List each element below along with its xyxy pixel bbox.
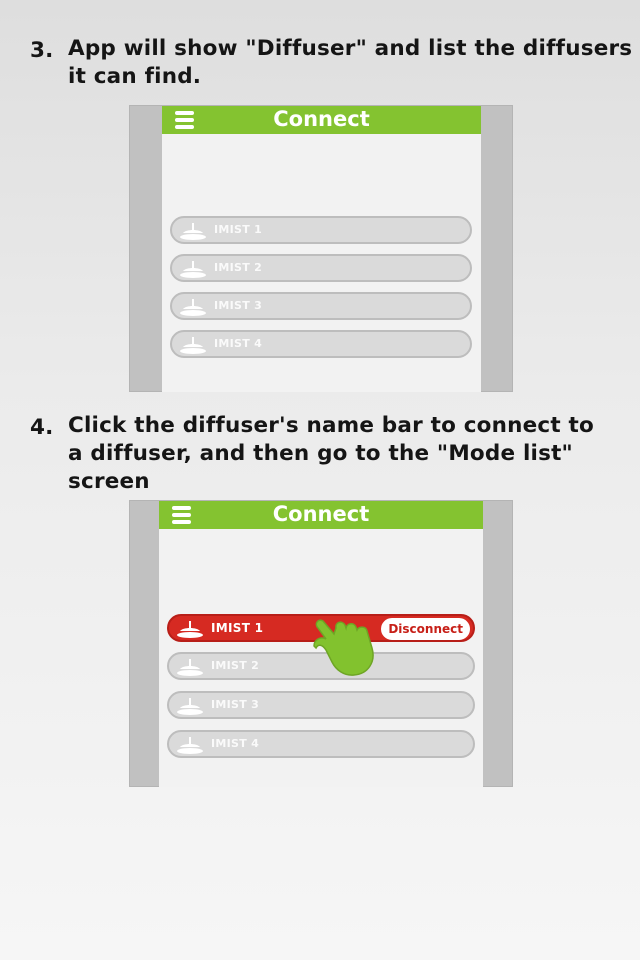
diffuser-icon	[177, 737, 203, 754]
diffuser-icon	[177, 698, 203, 715]
step-text-line: App will show "Diffuser" and list the di…	[68, 36, 633, 61]
device-item[interactable]: IMIST 2	[170, 254, 472, 282]
device-item[interactable]: IMIST 3	[170, 292, 472, 320]
device-label: IMIST 3	[214, 299, 263, 312]
app-screenshot-connect-list: Connect IMIST 1 IMIST 2 IMIST 3 IMIST 4	[129, 105, 513, 392]
step-text-line: screen	[68, 469, 150, 494]
screen-title: Connect	[272, 502, 370, 526]
app-header: Connect	[162, 106, 481, 134]
diffuser-icon	[177, 621, 203, 638]
step-number: 4.	[30, 415, 54, 440]
diffuser-icon	[180, 223, 206, 240]
device-item[interactable]: IMIST 4	[167, 730, 475, 758]
app-screen: Connect IMIST 1 IMIST 2 IMIST 3 IMIST 4	[162, 106, 481, 392]
diffuser-icon	[177, 659, 203, 676]
device-item[interactable]: IMIST 4	[170, 330, 472, 358]
screen-title: Connect	[273, 107, 370, 131]
device-label: IMIST 2	[211, 659, 260, 672]
device-item[interactable]: IMIST 1	[170, 216, 472, 244]
app-header: Connect	[159, 501, 483, 529]
device-label: IMIST 4	[214, 337, 263, 350]
device-label: IMIST 2	[214, 261, 263, 274]
device-item[interactable]: IMIST 3	[167, 691, 475, 719]
step-number: 3.	[30, 38, 54, 63]
device-label: IMIST 3	[211, 698, 260, 711]
diffuser-icon	[180, 261, 206, 278]
disconnect-button[interactable]: Disconnect	[381, 618, 470, 640]
diffuser-icon	[180, 299, 206, 316]
device-label: IMIST 1	[211, 621, 264, 635]
device-label: IMIST 4	[211, 737, 260, 750]
tapping-hand-icon	[313, 619, 374, 676]
diffuser-icon	[180, 337, 206, 354]
device-label: IMIST 1	[214, 223, 263, 236]
step-text-line: Click the diffuser's name bar to connect…	[68, 413, 594, 438]
step-text-line: it can find.	[68, 64, 202, 89]
step-text-line: a diffuser, and then go to the "Mode lis…	[68, 441, 573, 466]
